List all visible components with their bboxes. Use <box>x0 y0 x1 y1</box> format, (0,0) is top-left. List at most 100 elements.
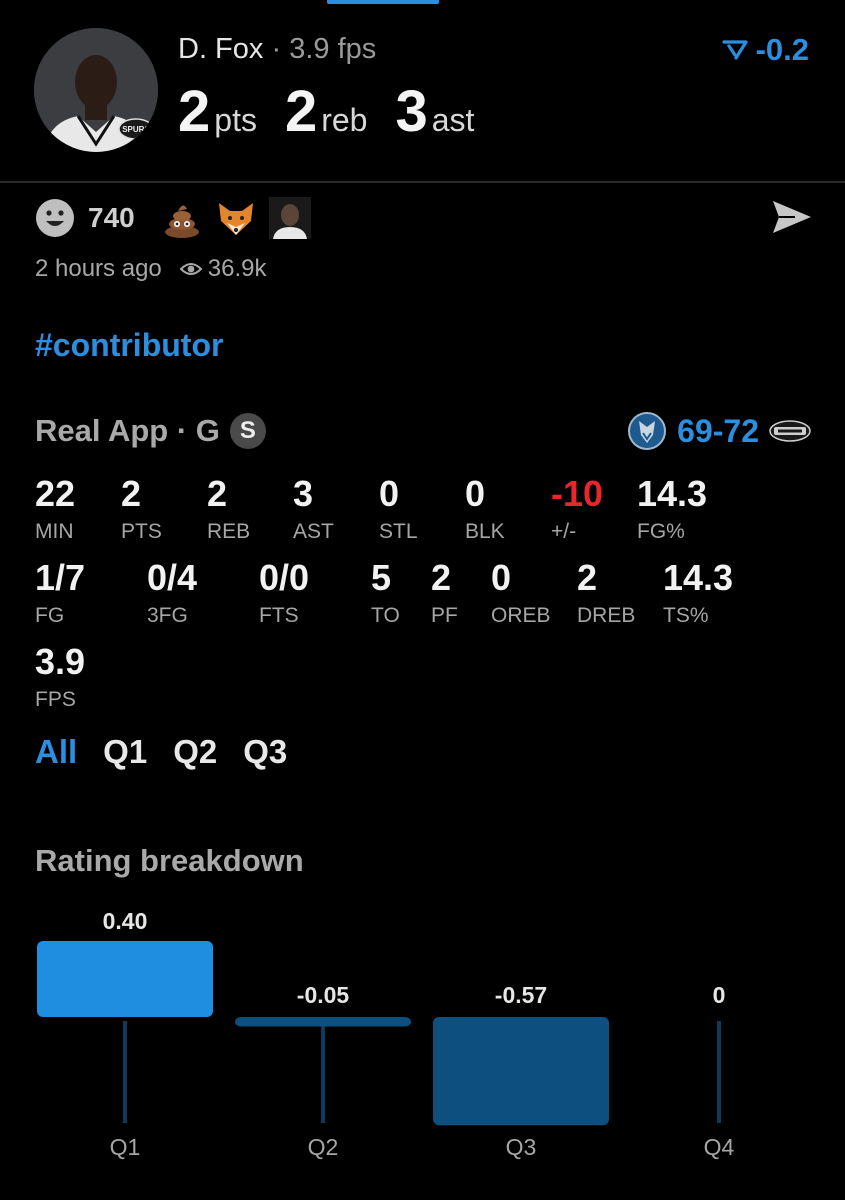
s-badge: S <box>229 413 266 449</box>
trend-down-icon <box>721 40 748 60</box>
stat-ts-pct: 14.3 TS% <box>663 560 733 628</box>
stat-dreb: 2 DREB <box>577 560 635 628</box>
game-source-text: Real App · G <box>35 413 220 448</box>
view-count: 36.9k <box>207 255 267 282</box>
game-source: Real App · G S <box>35 413 266 449</box>
trend-value: -0.2 <box>755 32 809 67</box>
pts-value: 2 <box>178 79 211 144</box>
ast-label: ast <box>431 102 475 138</box>
time-ago: 2 hours ago <box>35 255 162 282</box>
category-label-q4: Q4 <box>704 1134 735 1160</box>
spurs-logo-icon <box>769 420 811 442</box>
stat-fg: 1/7 FG <box>35 560 85 628</box>
stat-value: 0 <box>465 473 486 514</box>
stat-fg-pct: 14.3 FG% <box>637 476 707 544</box>
post-meta: 2 hours ago 36.9k <box>35 255 266 283</box>
stat-fps: 3.9 FPS <box>35 644 85 712</box>
stat-label: REB <box>207 520 251 543</box>
stat-label: FG <box>35 604 65 627</box>
person-face-icon[interactable] <box>268 197 311 239</box>
bar-q1[interactable] <box>37 941 213 1017</box>
stat-label: AST <box>293 520 334 543</box>
stat-value: 14.3 <box>663 557 734 598</box>
player-name-row: D. Fox · 3.9 fps <box>178 33 376 66</box>
stat-label: DREB <box>577 604 636 627</box>
stat-label: FPS <box>35 688 76 711</box>
spurs-badge-text: SPURS <box>122 125 150 134</box>
stat-value: 0/4 <box>147 557 198 598</box>
value-label-q4: 0 <box>713 982 726 1008</box>
stat-label: PTS <box>121 520 162 543</box>
stat-min: 22 MIN <box>35 476 75 544</box>
player-name[interactable]: D. Fox <box>178 33 263 65</box>
smiley-icon[interactable] <box>34 197 76 239</box>
stat-blk: 0 BLK <box>465 476 505 544</box>
tab-q2[interactable]: Q2 <box>173 733 217 771</box>
bar-q2[interactable] <box>235 1017 411 1027</box>
views: 36.9k <box>179 255 267 283</box>
player-avatar[interactable]: SPURS <box>34 28 158 152</box>
stat-label: +/- <box>551 520 577 543</box>
send-icon[interactable] <box>771 198 813 236</box>
score-home: 69 <box>677 412 713 449</box>
player-fps: 3.9 fps <box>289 33 377 65</box>
rating-breakdown-chart: 0.40 Q1 -0.05 Q2 -0.57 Q3 0 Q4 <box>37 908 735 1160</box>
rating-trend[interactable]: -0.2 <box>721 32 809 68</box>
game-score[interactable]: 69-72 <box>627 411 811 451</box>
tab-all[interactable]: All <box>35 733 77 771</box>
stat-fts: 0/0 FTS <box>259 560 309 628</box>
quarter-tabs: All Q1 Q2 Q3 <box>35 733 287 771</box>
stat-to: 5 TO <box>371 560 400 628</box>
reb-value: 2 <box>284 79 318 144</box>
stat-ast: 3 AST <box>293 476 334 544</box>
poop-icon[interactable] <box>161 197 203 239</box>
eye-icon <box>179 263 202 275</box>
player-photo: SPURS <box>34 28 158 152</box>
stat-label: STL <box>379 520 418 543</box>
tab-q1[interactable]: Q1 <box>103 733 147 771</box>
hashtag-link[interactable]: #contributor <box>35 327 223 364</box>
stat-value: 2 <box>431 557 452 598</box>
stat-3fg: 0/4 3FG <box>147 560 197 628</box>
stat-plus-minus: -10 +/- <box>551 476 603 544</box>
stat-label: BLK <box>465 520 505 543</box>
category-label-q3: Q3 <box>506 1134 537 1160</box>
stat-value: 0 <box>379 473 400 514</box>
category-label-q2: Q2 <box>308 1134 339 1160</box>
value-label-q1: 0.40 <box>103 908 148 934</box>
stat-label: FG% <box>637 520 685 543</box>
stat-label: TO <box>371 604 400 627</box>
pts-label: pts <box>214 102 257 138</box>
stat-value: 1/7 <box>35 557 86 598</box>
stat-value: -10 <box>551 473 604 514</box>
stat-label: MIN <box>35 520 74 543</box>
stat-stl: 0 STL <box>379 476 418 544</box>
stat-reb: 2 REB <box>207 476 250 544</box>
fox-icon[interactable] <box>215 197 257 239</box>
stat-value: 2 <box>121 473 142 514</box>
stat-value: 0 <box>491 557 512 598</box>
stat-pf: 2 PF <box>431 560 458 628</box>
stat-value: 22 <box>35 473 76 514</box>
stat-oreb: 0 OREB <box>491 560 551 628</box>
score-away: 72 <box>723 412 759 449</box>
stat-value: 3 <box>293 473 314 514</box>
stat-value: 5 <box>371 557 392 598</box>
category-label-q1: Q1 <box>110 1134 141 1160</box>
ast-value: 3 <box>395 79 428 144</box>
rating-breakdown-title: Rating breakdown <box>35 843 304 878</box>
stat-label: FTS <box>259 604 299 627</box>
timberwolves-logo-icon <box>628 412 667 450</box>
stat-label: TS% <box>663 604 709 627</box>
stat-value: 14.3 <box>637 473 708 514</box>
stat-value: 0/0 <box>259 557 310 598</box>
name-separator: · <box>271 33 282 65</box>
value-label-q2: -0.05 <box>297 982 350 1008</box>
stat-value: 2 <box>207 473 228 514</box>
stat-label: PF <box>431 604 458 627</box>
tab-q3[interactable]: Q3 <box>243 733 287 771</box>
stat-value: 2 <box>577 557 598 598</box>
stat-value: 3.9 <box>35 641 86 682</box>
header-divider <box>0 181 845 183</box>
bar-q3[interactable] <box>433 1017 609 1126</box>
